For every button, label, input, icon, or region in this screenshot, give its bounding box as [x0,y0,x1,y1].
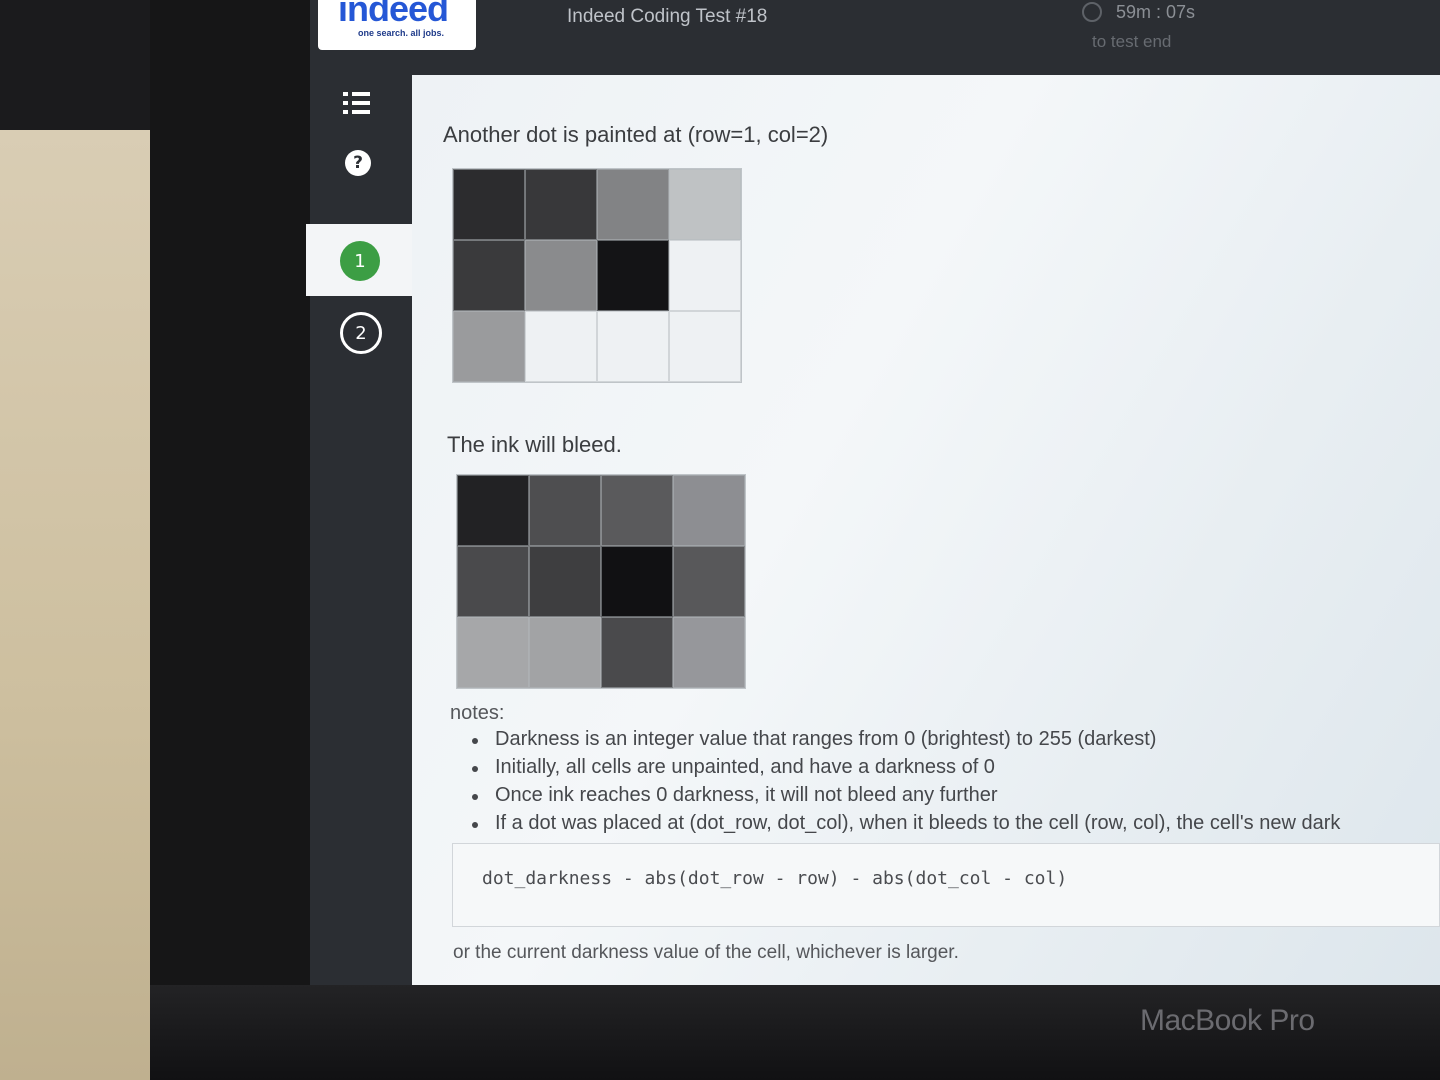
grid-cell [597,169,669,240]
notes-list: Darkness is an integer value that ranges… [470,728,1440,840]
grid-cell [529,546,601,617]
grid-cell [673,546,745,617]
timer-countdown: 59m : 07s [1116,2,1196,22]
grid2-caption: The ink will bleed. [447,432,622,457]
notes-title: notes: [450,702,505,724]
list-icon-dot [343,92,348,96]
grid-cell [669,311,741,382]
question-sidebar [310,75,412,985]
grid-cell [457,617,529,688]
grid-cell [525,240,597,311]
darkness-grid-before [452,168,742,383]
list-icon-bar [352,101,370,105]
test-header [310,0,1440,75]
note-item: Once ink reaches 0 darkness, it will not… [470,784,1440,812]
list-icon-dot [343,101,348,105]
list-icon-dot [343,110,348,114]
timer-label: to test end [1092,32,1172,51]
list-icon-bar [352,110,370,114]
grid-cell [597,240,669,311]
grid-cell [529,617,601,688]
darkness-grid-after [456,474,746,689]
note-item: Initially, all cells are unpainted, and … [470,756,1440,784]
grid-cell [601,475,673,546]
list-icon[interactable] [343,90,373,116]
grid-cell [529,475,601,546]
question-2-button[interactable]: 2 [340,312,382,354]
grid1-caption: Another dot is painted at (row=1, col=2) [443,122,829,147]
desk-background [0,130,170,1080]
grid-cell [457,475,529,546]
grid-cell [597,311,669,382]
grid-cell [453,169,525,240]
question-1-button[interactable]: 1 [340,241,380,281]
note-item: If a dot was placed at (dot_row, dot_col… [470,812,1440,840]
grid-cell [453,311,525,382]
grid-cell [601,546,673,617]
list-icon-bar [352,92,370,96]
indeed-logo[interactable]: indeed one search. all jobs. [318,0,476,50]
grid-cell [525,169,597,240]
grid-cell [525,311,597,382]
device-label: MacBook Pro [1140,1004,1315,1037]
grid-cell [457,546,529,617]
grid-cell [673,475,745,546]
logo-tagline: one search. all jobs. [358,28,445,38]
grid-cell [669,169,741,240]
logo-word: indeed [338,0,449,29]
formula-code: dot_darkness - abs(dot_row - row) - abs(… [482,868,1068,889]
grid-cell [669,240,741,311]
help-icon[interactable]: ? [345,150,371,176]
grid-cell [601,617,673,688]
grid-cell [673,617,745,688]
test-title: Indeed Coding Test #18 [567,6,768,27]
note-item: Darkness is an integer value that ranges… [470,728,1440,756]
grid-cell [453,240,525,311]
closing-text: or the current darkness value of the cel… [453,942,959,963]
clock-icon [1082,2,1102,22]
